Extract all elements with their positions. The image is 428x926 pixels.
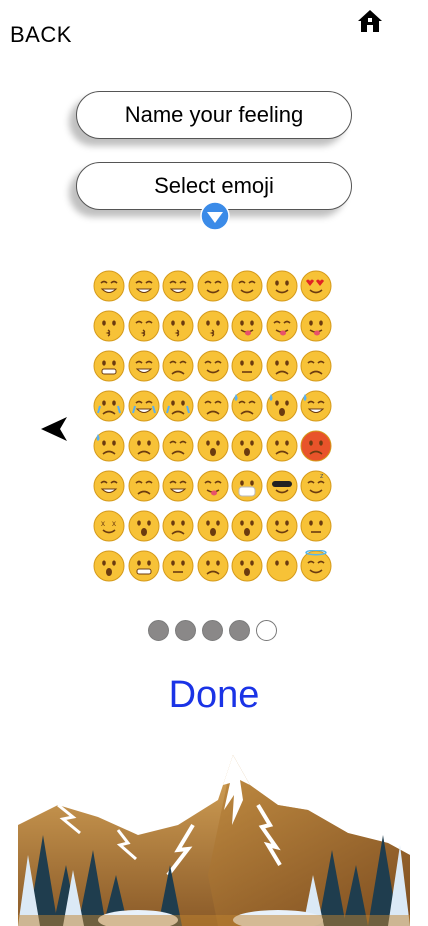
smiley-emoji-icon[interactable]: [128, 270, 160, 302]
stuck-out-tongue-winking-eye-emoji-icon[interactable]: [231, 310, 263, 342]
page-dot[interactable]: [256, 620, 277, 641]
anguished-emoji-icon[interactable]: [231, 510, 263, 542]
cold-sweat-emoji-icon[interactable]: [266, 390, 298, 422]
done-button[interactable]: Done: [0, 674, 428, 717]
mountain-landscape-image: [18, 755, 410, 926]
emoji-grid: z xx: [93, 270, 333, 586]
home-icon[interactable]: [357, 8, 383, 34]
heart-eyes-emoji-icon[interactable]: [300, 270, 332, 302]
blush-emoji-icon[interactable]: [197, 270, 229, 302]
svg-text:z: z: [320, 473, 324, 480]
smirk-emoji-icon[interactable]: [266, 510, 298, 542]
hushed-open-emoji-icon[interactable]: [231, 550, 263, 582]
chevron-down-circle-icon[interactable]: [200, 201, 230, 231]
joy-emoji-icon[interactable]: [128, 390, 160, 422]
page-dot[interactable]: [175, 620, 196, 641]
stuck-out-tongue-closed-eyes-emoji-icon[interactable]: [266, 310, 298, 342]
name-feeling-label: Name your feeling: [124, 102, 304, 127]
weary-emoji-icon[interactable]: [128, 430, 160, 462]
disappointed-emoji-icon[interactable]: [266, 350, 298, 382]
kissing-smiling-eyes-emoji-icon[interactable]: [197, 310, 229, 342]
page-dot[interactable]: [148, 620, 169, 641]
no-mouth-emoji-icon[interactable]: [266, 550, 298, 582]
unamused-emoji-icon[interactable]: [231, 350, 263, 382]
neutral-face-emoji-icon[interactable]: [162, 550, 194, 582]
tired-face-emoji-icon[interactable]: [162, 430, 194, 462]
name-feeling-field[interactable]: Name your feeling: [76, 91, 352, 139]
frowning-emoji-icon[interactable]: [197, 510, 229, 542]
grimacing-emoji-icon[interactable]: [128, 550, 160, 582]
pensive-emoji-icon[interactable]: [162, 350, 194, 382]
svg-text:x: x: [112, 519, 116, 528]
sweat-emoji-icon[interactable]: [93, 430, 125, 462]
hushed-emoji-icon[interactable]: [93, 550, 125, 582]
mask-emoji-icon[interactable]: [231, 470, 263, 502]
innocent-emoji-icon[interactable]: [300, 550, 332, 582]
cry-emoji-icon[interactable]: [93, 390, 125, 422]
svg-text:x: x: [101, 519, 105, 528]
relieved-emoji-icon[interactable]: [197, 350, 229, 382]
page-indicator: [148, 620, 277, 641]
select-emoji-label: Select emoji: [154, 173, 274, 198]
astonished-emoji-icon[interactable]: [128, 510, 160, 542]
worried-emoji-icon[interactable]: [162, 510, 194, 542]
arrow-left-icon[interactable]: [40, 415, 68, 443]
page-dot[interactable]: [202, 620, 223, 641]
dizzy-face-emoji-icon[interactable]: xx: [93, 510, 125, 542]
confounded-emoji-icon[interactable]: [128, 470, 160, 502]
grinning-emoji-icon[interactable]: [93, 270, 125, 302]
laughing-emoji-icon[interactable]: [162, 470, 194, 502]
angry-emoji-icon[interactable]: [266, 430, 298, 462]
persevere-emoji-icon[interactable]: [300, 350, 332, 382]
kissing-closed-eyes-emoji-icon[interactable]: [128, 310, 160, 342]
sleepy-emoji-icon[interactable]: [197, 390, 229, 422]
grin-emoji-icon[interactable]: [162, 270, 194, 302]
confused-emoji-icon[interactable]: [197, 550, 229, 582]
page-dot[interactable]: [229, 620, 250, 641]
expressionless-emoji-icon[interactable]: [300, 510, 332, 542]
stuck-out-tongue-emoji-icon[interactable]: [300, 310, 332, 342]
fearful-emoji-icon[interactable]: [197, 430, 229, 462]
sunglasses-emoji-icon[interactable]: [266, 470, 298, 502]
grin-teeth-emoji-icon[interactable]: [128, 350, 160, 382]
triumph-emoji-icon[interactable]: [93, 470, 125, 502]
scream-emoji-icon[interactable]: [231, 430, 263, 462]
relaxed-emoji-icon[interactable]: [231, 270, 263, 302]
sweat-smile-emoji-icon[interactable]: [300, 390, 332, 422]
disappointed-relieved-emoji-icon[interactable]: [231, 390, 263, 422]
back-button[interactable]: BACK: [10, 22, 72, 48]
kissing-emoji-icon[interactable]: [162, 310, 194, 342]
sleeping-emoji-icon[interactable]: z: [300, 470, 332, 502]
rage-emoji-icon[interactable]: [300, 430, 332, 462]
sob-emoji-icon[interactable]: [162, 390, 194, 422]
wink-emoji-icon[interactable]: [266, 270, 298, 302]
flushed-emoji-icon[interactable]: [93, 350, 125, 382]
yum-emoji-icon[interactable]: [197, 470, 229, 502]
kissing-heart-emoji-icon[interactable]: [93, 310, 125, 342]
